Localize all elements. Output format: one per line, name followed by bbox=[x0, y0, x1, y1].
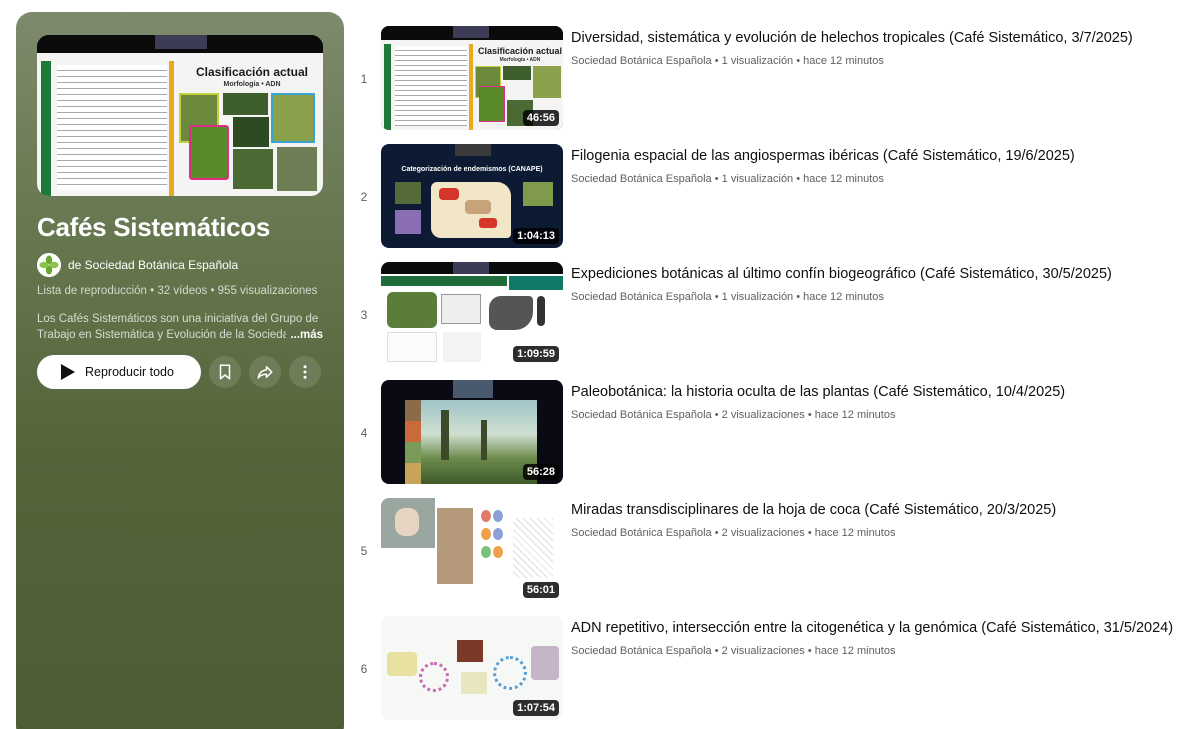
video-channel-link[interactable]: Sociedad Botánica Española bbox=[571, 291, 712, 303]
video-info: Miradas transdisciplinares de la hoja de… bbox=[571, 500, 1200, 539]
video-info: Diversidad, sistemática y evolución de h… bbox=[571, 28, 1200, 67]
video-index: 6 bbox=[360, 662, 368, 676]
playlist-thumbnail[interactable]: Clasificación actual Morfología • ADN bbox=[37, 35, 323, 196]
video-meta: Sociedad Botánica Española • 2 visualiza… bbox=[571, 409, 896, 421]
description-text: Los Cafés Sistemáticos son una iniciativ… bbox=[37, 313, 319, 341]
video-stats: 2 visualizaciones • hace 12 minutos bbox=[721, 409, 896, 421]
video-stats: 1 visualización • hace 12 minutos bbox=[721, 55, 884, 67]
share-icon bbox=[257, 366, 273, 379]
video-title-link[interactable]: Diversidad, sistemática y evolución de h… bbox=[571, 28, 1200, 48]
video-stats: 2 visualizaciones • hace 12 minutos bbox=[721, 527, 896, 539]
video-thumbnail[interactable]: 56:28 bbox=[381, 380, 563, 484]
owner-row[interactable]: de Sociedad Botánica Española bbox=[37, 253, 323, 277]
playlist-video-list: 1 Clasificación actual Morfología • ADN … bbox=[356, 26, 1200, 729]
video-meta: Sociedad Botánica Española • 1 visualiza… bbox=[571, 55, 884, 67]
video-info: Filogenia espacial de las angiospermas i… bbox=[571, 146, 1200, 185]
video-info: Paleobotánica: la historia oculta de las… bbox=[571, 382, 1200, 421]
video-title-link[interactable]: Expediciones botánicas al último confín … bbox=[571, 264, 1200, 284]
play-icon bbox=[61, 364, 75, 380]
playlist-meta: Lista de reproducción • 32 vídeos • 955 … bbox=[37, 285, 318, 297]
channel-avatar[interactable] bbox=[37, 253, 61, 277]
play-all-button[interactable]: Reproducir todo bbox=[37, 355, 201, 389]
video-duration-badge: 1:07:54 bbox=[513, 700, 559, 716]
video-stats: 1 visualización • hace 12 minutos bbox=[721, 173, 884, 185]
more-vert-icon bbox=[303, 365, 307, 379]
playlist-header-panel: Clasificación actual Morfología • ADN Ca… bbox=[16, 12, 344, 729]
channel-name-link[interactable]: de Sociedad Botánica Española bbox=[68, 258, 238, 272]
video-duration-badge: 56:01 bbox=[522, 582, 559, 598]
thumb-slide-subtitle: Morfología • ADN bbox=[499, 57, 541, 63]
more-options-button[interactable] bbox=[289, 356, 321, 388]
video-thumbnail[interactable]: Clasificación actual Morfología • ADN 46… bbox=[381, 26, 563, 130]
video-thumbnail[interactable]: 56:01 bbox=[381, 498, 563, 602]
video-thumbnail[interactable]: Categorización de endemismos (CANAPE) 1:… bbox=[381, 144, 563, 248]
video-channel-link[interactable]: Sociedad Botánica Española bbox=[571, 645, 712, 657]
playlist-title: Cafés Sistemáticos bbox=[37, 212, 271, 242]
video-channel-link[interactable]: Sociedad Botánica Española bbox=[571, 409, 712, 421]
video-title-link[interactable]: Paleobotánica: la historia oculta de las… bbox=[571, 382, 1200, 402]
video-channel-link[interactable]: Sociedad Botánica Española bbox=[571, 173, 712, 185]
thumb-slide-title: Categorización de endemismos (CANAPE) bbox=[401, 166, 543, 173]
video-index: 3 bbox=[360, 308, 368, 322]
video-index: 5 bbox=[360, 544, 368, 558]
video-index: 2 bbox=[360, 190, 368, 204]
video-index: 4 bbox=[360, 426, 368, 440]
video-meta: Sociedad Botánica Española • 1 visualiza… bbox=[571, 173, 884, 185]
playlist-video-item[interactable]: 4 56:28 Paleobotánica: la historia ocult… bbox=[356, 380, 1200, 498]
video-title-link[interactable]: Filogenia espacial de las angiospermas i… bbox=[571, 146, 1200, 166]
play-all-label: Reproducir todo bbox=[85, 365, 174, 379]
video-title-link[interactable]: ADN repetitivo, intersección entre la ci… bbox=[571, 618, 1200, 638]
video-index: 1 bbox=[360, 72, 368, 86]
share-button[interactable] bbox=[249, 356, 281, 388]
video-meta: Sociedad Botánica Española • 2 visualiza… bbox=[571, 527, 896, 539]
video-meta: Sociedad Botánica Española • 2 visualiza… bbox=[571, 645, 896, 657]
playlist-description: Los Cafés Sistemáticos son una iniciativ… bbox=[37, 311, 323, 343]
save-playlist-button[interactable] bbox=[209, 356, 241, 388]
playlist-video-item[interactable]: 5 56:01 Miradas transdisciplinares de la… bbox=[356, 498, 1200, 616]
video-title-link[interactable]: Miradas transdisciplinares de la hoja de… bbox=[571, 500, 1200, 520]
playlist-video-item[interactable]: 2 Categorización de endemismos (CANAPE) … bbox=[356, 144, 1200, 262]
video-duration-badge: 46:56 bbox=[522, 110, 559, 126]
video-thumbnail[interactable]: 1:07:54 bbox=[381, 616, 563, 720]
bookmark-icon bbox=[219, 364, 231, 380]
video-duration-badge: 56:28 bbox=[522, 464, 559, 480]
video-channel-link[interactable]: Sociedad Botánica Española bbox=[571, 527, 712, 539]
playlist-thumb-title: Clasificación actual bbox=[195, 65, 309, 79]
playlist-actions: Reproducir todo bbox=[37, 355, 323, 389]
playlist-video-item[interactable]: 3 1:09:59 Expediciones botánicas al últi… bbox=[356, 262, 1200, 380]
playlist-thumb-subtitle: Morfología • ADN bbox=[223, 81, 281, 88]
video-duration-badge: 1:04:13 bbox=[513, 228, 559, 244]
video-stats: 1 visualización • hace 12 minutos bbox=[721, 291, 884, 303]
playlist-video-item[interactable]: 1 Clasificación actual Morfología • ADN … bbox=[356, 26, 1200, 144]
video-info: ADN repetitivo, intersección entre la ci… bbox=[571, 618, 1200, 657]
video-thumbnail[interactable]: 1:09:59 bbox=[381, 262, 563, 366]
more-link[interactable]: ...más bbox=[286, 327, 323, 343]
video-meta: Sociedad Botánica Española • 1 visualiza… bbox=[571, 291, 884, 303]
video-duration-badge: 1:09:59 bbox=[513, 346, 559, 362]
clover-logo-icon bbox=[37, 253, 61, 277]
video-info: Expediciones botánicas al último confín … bbox=[571, 264, 1200, 303]
video-stats: 2 visualizaciones • hace 12 minutos bbox=[721, 645, 896, 657]
playlist-video-item[interactable]: 6 1:07:54 ADN repetitivo, intersección e… bbox=[356, 616, 1200, 729]
thumb-slide-title: Clasificación actual bbox=[477, 46, 563, 56]
video-channel-link[interactable]: Sociedad Botánica Española bbox=[571, 55, 712, 67]
